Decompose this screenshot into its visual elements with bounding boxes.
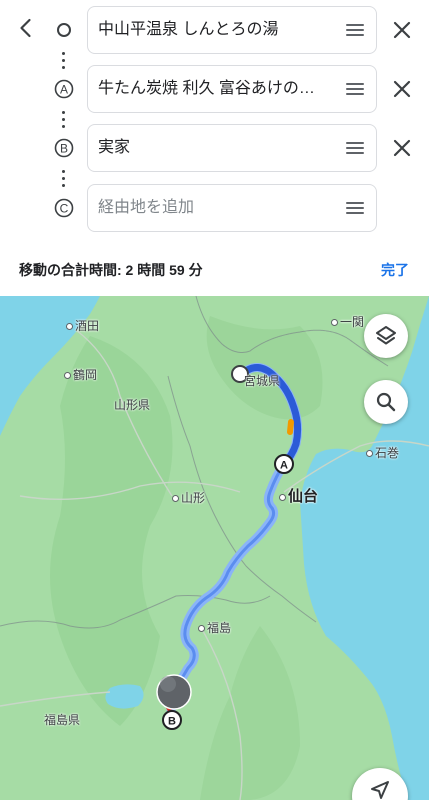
place-label: 一関 bbox=[331, 313, 364, 330]
route-row-origin: 中山平温泉 しんとろの湯 bbox=[0, 6, 429, 54]
svg-text:B: B bbox=[60, 142, 68, 156]
close-icon bbox=[393, 139, 411, 157]
place-label: 仙台 bbox=[279, 485, 318, 506]
waypoint-b-map-label: B bbox=[168, 716, 176, 728]
place-label: 山形県 bbox=[114, 398, 151, 412]
close-icon bbox=[393, 21, 411, 39]
layers-button[interactable] bbox=[364, 314, 408, 358]
drag-handle-icon[interactable] bbox=[346, 24, 364, 36]
mountain-range bbox=[200, 626, 300, 800]
place-label: 宮城県 bbox=[244, 374, 281, 388]
svg-text:C: C bbox=[60, 202, 69, 216]
stop-b-value: 実家 bbox=[98, 139, 131, 156]
svg-text:A: A bbox=[60, 83, 68, 97]
place-label: 石巻 bbox=[366, 444, 399, 461]
place-label: 鶴岡 bbox=[64, 366, 97, 383]
waypoint-a-icon: A bbox=[54, 79, 74, 99]
close-icon bbox=[393, 80, 411, 98]
place-label: 福島県 bbox=[44, 713, 81, 727]
route-row-stop-c: C 経由地を追加 bbox=[0, 184, 429, 232]
traffic-slow-segment bbox=[287, 419, 294, 435]
drag-handle-icon[interactable] bbox=[346, 83, 364, 95]
drag-handle-icon[interactable] bbox=[346, 202, 364, 214]
place-label: 福島 bbox=[198, 619, 231, 636]
remove-stop-a-button[interactable] bbox=[390, 77, 414, 101]
navigation-icon bbox=[371, 781, 389, 799]
map-view[interactable]: A B 酒田 一関 鶴岡 宮城県 山形県 石巻 山形 仙台 福島 福島県 bbox=[0, 296, 429, 800]
drag-handle-icon[interactable] bbox=[346, 142, 364, 154]
stop-a-value: 牛たん炭焼 利久 富谷あけの… bbox=[98, 80, 315, 97]
directions-panel: 中山平温泉 しんとろの湯 A 牛たん炭焼 利久 富谷あけの… B 実家 C 経由… bbox=[0, 0, 429, 296]
waypoint-a-map-label: A bbox=[280, 460, 288, 472]
add-stop-placeholder: 経由地を追加 bbox=[98, 199, 195, 216]
layers-icon bbox=[376, 326, 396, 345]
mountain-range bbox=[50, 336, 173, 726]
stop-b-input[interactable]: 実家 bbox=[87, 124, 377, 172]
remove-origin-button[interactable] bbox=[390, 18, 414, 42]
done-button[interactable]: 完了 bbox=[381, 260, 409, 280]
stop-a-input[interactable]: 牛たん炭焼 利久 富谷あけの… bbox=[87, 65, 377, 113]
add-stop-input[interactable]: 経由地を追加 bbox=[87, 184, 377, 232]
route-row-stop-a: A 牛たん炭焼 利久 富谷あけの… bbox=[0, 65, 429, 113]
waypoint-b-icon: B bbox=[54, 138, 74, 158]
origin-marker-icon bbox=[54, 20, 74, 40]
origin-input[interactable]: 中山平温泉 しんとろの湯 bbox=[87, 6, 377, 54]
waypoint-b-map-marker[interactable]: B bbox=[162, 710, 182, 730]
route-row-stop-b: B 実家 bbox=[0, 124, 429, 172]
waypoint-a-map-marker[interactable]: A bbox=[274, 454, 294, 474]
total-travel-time: 移動の合計時間: 2 時間 59 分 bbox=[19, 262, 203, 278]
search-icon bbox=[376, 392, 396, 412]
lake bbox=[105, 684, 144, 709]
remove-stop-b-button[interactable] bbox=[390, 136, 414, 160]
search-along-route-button[interactable] bbox=[364, 380, 408, 424]
waypoint-c-icon: C bbox=[54, 198, 74, 218]
place-label: 山形 bbox=[172, 489, 205, 506]
origin-value: 中山平温泉 しんとろの湯 bbox=[98, 21, 279, 38]
location-puck-highlight bbox=[160, 676, 176, 692]
place-label: 酒田 bbox=[66, 317, 99, 334]
